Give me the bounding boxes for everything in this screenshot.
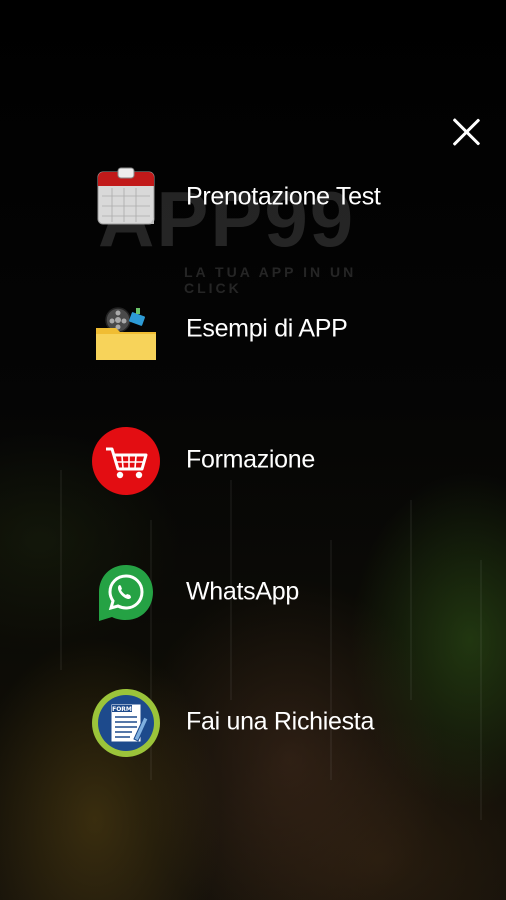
menu-item-label: Formazione [186, 445, 315, 474]
menu-item-formazione[interactable]: Formazione [80, 415, 420, 505]
menu-item-whatsapp[interactable]: WhatsApp [80, 547, 420, 637]
menu-item-label: Prenotazione Test [186, 182, 381, 211]
menu-item-prenotazione-test[interactable]: Prenotazione Test [80, 152, 420, 242]
calendar-icon [97, 167, 155, 225]
film-folder-icon [96, 307, 156, 360]
menu-item-esempi-di-app[interactable]: Esempi di APP [80, 284, 420, 374]
menu-item-label: Esempi di APP [186, 314, 348, 343]
shopping-cart-icon [92, 427, 160, 495]
form-icon: FORM [92, 689, 160, 757]
svg-text:FORM: FORM [112, 706, 132, 713]
whatsapp-icon [99, 565, 153, 621]
close-button[interactable] [446, 112, 486, 152]
menu-item-fai-una-richiesta[interactable]: FORM Fai una Richiesta [80, 677, 420, 767]
menu-item-label: WhatsApp [186, 577, 299, 606]
menu-item-label: Fai una Richiesta [186, 707, 375, 736]
